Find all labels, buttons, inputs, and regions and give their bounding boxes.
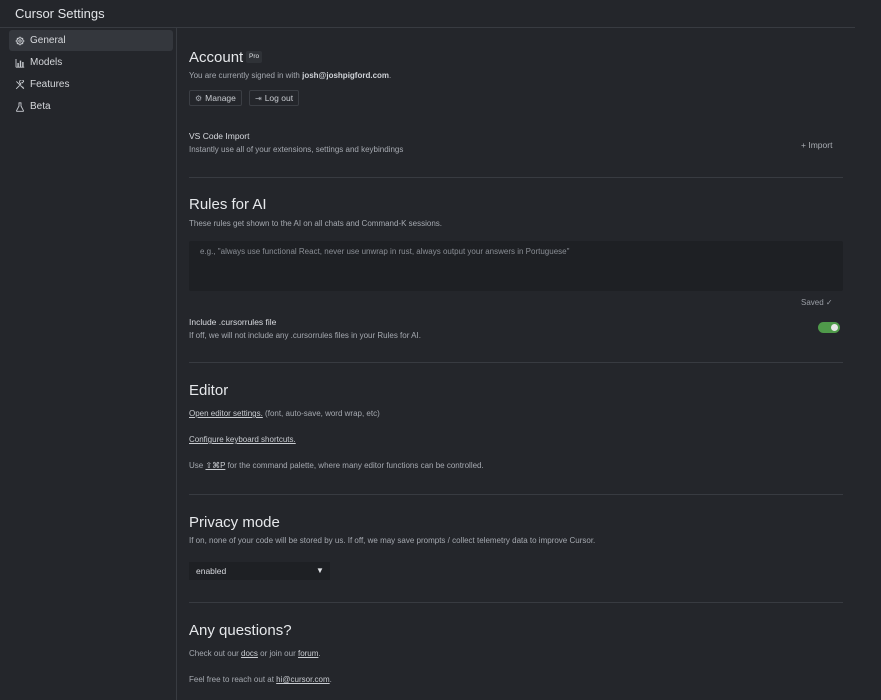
- flask-icon: [15, 101, 25, 112]
- toggle-knob: [831, 324, 838, 331]
- divider: [189, 177, 843, 178]
- logout-button[interactable]: ⇥ Log out: [249, 90, 300, 106]
- cursorrules-toggle[interactable]: [818, 322, 840, 333]
- import-button[interactable]: + Import: [801, 140, 832, 150]
- sidebar: General Models Features Beta: [0, 28, 177, 700]
- settings-content: Account Pro You are currently signed in …: [189, 28, 843, 700]
- questions-line-docs: Check out our docs or join our forum.: [189, 649, 321, 658]
- title-bar: Cursor Settings: [0, 0, 855, 28]
- rules-textarea-container: [189, 241, 843, 291]
- logout-icon: ⇥: [255, 93, 262, 103]
- sidebar-item-label: Features: [30, 79, 70, 90]
- privacy-description: If on, none of your code will be stored …: [189, 536, 596, 545]
- editor-settings-line: Open editor settings. (font, auto-save, …: [189, 409, 380, 418]
- privacy-mode-select[interactable]: enabled ▼: [189, 562, 330, 580]
- account-email: josh@joshpigford.com: [302, 71, 390, 80]
- support-email-link[interactable]: hi@cursor.com: [276, 675, 329, 684]
- pro-badge: Pro: [246, 51, 263, 63]
- divider: [189, 494, 843, 495]
- sidebar-item-label: Models: [30, 57, 63, 68]
- command-palette-shortcut[interactable]: ⇧⌘P: [205, 461, 225, 470]
- forum-link[interactable]: forum: [298, 649, 318, 658]
- open-editor-settings-link[interactable]: Open editor settings.: [189, 409, 263, 418]
- manage-button[interactable]: ⚙ Manage: [189, 90, 242, 106]
- docs-link[interactable]: docs: [241, 649, 258, 658]
- rules-description: These rules get shown to the AI on all c…: [189, 219, 443, 228]
- privacy-mode-value: enabled: [196, 566, 227, 576]
- gear-icon: [15, 36, 25, 46]
- caret-down-icon: ▼: [316, 566, 324, 575]
- saved-status: Saved ✓: [801, 298, 833, 307]
- sidebar-item-label: General: [30, 35, 66, 46]
- plus-icon: +: [801, 140, 806, 150]
- shortcuts-line: Configure keyboard shortcuts.: [189, 435, 296, 444]
- sidebar-item-features[interactable]: Features: [9, 74, 173, 95]
- sidebar-item-general[interactable]: General: [9, 30, 173, 51]
- questions-line-email: Feel free to reach out at hi@cursor.com.: [189, 675, 332, 684]
- account-heading: Account: [189, 49, 244, 66]
- vscode-import-description: Instantly use all of your extensions, se…: [189, 145, 404, 154]
- window-title: Cursor Settings: [15, 6, 105, 21]
- configure-shortcuts-link[interactable]: Configure keyboard shortcuts.: [189, 435, 296, 444]
- divider: [189, 362, 843, 363]
- editor-heading: Editor: [189, 382, 229, 399]
- sidebar-item-beta[interactable]: Beta: [9, 96, 173, 117]
- privacy-heading: Privacy mode: [189, 514, 280, 531]
- rules-textarea[interactable]: [189, 241, 843, 291]
- questions-heading: Any questions?: [189, 622, 292, 639]
- gear-icon: ⚙: [195, 93, 203, 103]
- cursorrules-title: Include .cursorrules file: [189, 317, 277, 327]
- sidebar-item-label: Beta: [30, 101, 51, 112]
- rules-heading: Rules for AI: [189, 196, 267, 213]
- command-palette-line: Use ⇧⌘P for the command palette, where m…: [189, 461, 484, 470]
- settings-window: Cursor Settings General Models Features …: [0, 0, 881, 700]
- bar-chart-icon: [15, 58, 25, 68]
- divider: [189, 602, 843, 603]
- vscode-import-title: VS Code Import: [189, 131, 250, 141]
- tools-icon: [15, 79, 25, 90]
- sidebar-item-models[interactable]: Models: [9, 52, 173, 73]
- signed-in-text: You are currently signed in with josh@jo…: [189, 71, 392, 80]
- cursorrules-description: If off, we will not include any .cursorr…: [189, 331, 421, 340]
